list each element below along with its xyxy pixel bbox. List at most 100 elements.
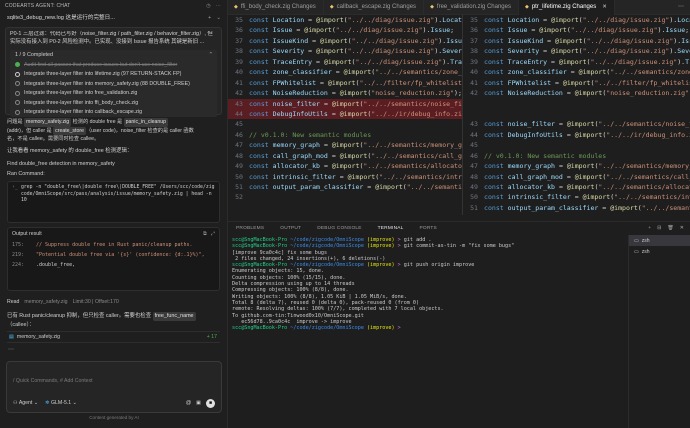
output-line-code: // Suppress double free in Rust panic/cl… [36,242,193,248]
code-line: 44 const DebugInfoUtils = @import("../../… [463,130,690,140]
editor-tab[interactable]: ◆ ffi_body_check.zig Changes [228,0,324,15]
todo-status-icon [15,81,20,87]
todo-item[interactable]: Integrate three-layer filter into free_v… [10,89,217,99]
code-line: 51 const output_param_classifier = @impor… [228,182,462,192]
terminal-instance[interactable]: ▭ zsh [629,246,690,257]
todo-label: Integrate three-layer filter into callba… [24,109,143,116]
code-line: 49 const allocator_kb = @import("../../se… [463,182,690,192]
code-line: 40 const zone_classifier = @import("../..… [463,67,690,77]
todo-item[interactable]: Integrate three-layer filter into memory… [10,79,217,89]
message-text: 问题是 memory_safety.zig 检测的 double free 是 … [7,118,194,142]
terminal-instance[interactable]: ▭ zsh [629,235,690,246]
output-line-code: "Potential double free via '{s}' (confid… [36,252,205,258]
new-chat-icon[interactable]: + [208,12,211,25]
code-text: const Location = @import("../../diag/iss… [484,16,690,24]
code-text: const memory_graph = @import("../../sema… [249,141,462,150]
panel-tab[interactable]: TERMINAL [369,222,412,236]
chat-input-placeholder: / Quick Commands, # Add Context [13,378,93,384]
task-card: P0-1 三层过滤：代码已写好（noise_filter.zig / path_… [5,27,222,117]
code-text: const Location = @import("../../diag/iss… [249,16,462,24]
line-number: 48 [470,172,478,181]
todo-label: Audit find all passes that produce issue… [24,61,178,68]
line-number: 40 [470,68,478,77]
chevron-down-icon[interactable]: ⌄ [216,12,221,25]
close-icon[interactable]: ✕ [680,226,684,231]
line-number: 46 [470,151,478,160]
command-text: grep -n "double_free\|double free\|DOUBL… [21,185,215,204]
line-number: 44 [228,108,249,120]
code-text: const call_graph_mod = @import("../../se… [249,151,462,160]
attach-icon[interactable]: @ [186,400,191,406]
editor-tab[interactable]: ◆ ptr_lifetime.zig Changes ✕ [518,0,615,15]
copy-icon[interactable]: ⧉ [203,228,207,240]
output-label: Output result [12,231,42,237]
command-block[interactable]: ›_ grep -n "double_free\|double free\|DO… [7,181,220,223]
line-number: 51 [470,203,478,212]
code-line: 46 // v0.1.0: New semantic modules [228,130,462,140]
code-text: const output_param_classifier = @import(… [249,183,462,191]
todo-item[interactable]: Integrate three-layer filter into callba… [10,108,217,118]
code-text: // v0.1.0: New semantic modules [484,151,607,160]
code-text: const IssueKind = @import("../../diag/is… [249,36,462,45]
line-number: 52 [235,193,243,202]
line-number: 51 [235,183,243,191]
code-text: const TraceEntry = @import("../../diag/i… [249,57,462,66]
output-block: Output result ⧉ ⤢ 175: // Suppress double f… [7,227,220,291]
code-line: 50 const intrinsic_filter = @import("../.… [463,192,690,202]
zig-file-icon: ◆ [329,4,334,10]
todo-list: 1 / 9 Completed ⌃ Audit find all passes t… [10,50,217,117]
todo-label: Integrate three-layer filter into memory… [24,80,190,87]
code-line [463,99,690,109]
close-tab-icon[interactable]: ✕ [602,0,607,15]
agent-selector[interactable]: ⚇ Agent ⌄ [13,400,38,406]
file-icon: ▤ [9,334,14,340]
read-file[interactable]: memory_safety.zig [24,297,67,308]
code-line: 47 const memory_graph = @import("../../se… [463,161,690,171]
code-text: const Issue = @import("../../diag/issue.… [484,26,690,35]
changed-file-row[interactable]: ▤ memory_safety.zig + 17 [7,331,220,343]
message-text-2: 让我看看 memory_safety 的 double_free 检测逻辑： [7,147,133,154]
code-text: const output_param_classifier = @import(… [484,203,690,212]
line-number [463,109,484,119]
chat-input[interactable]: / Quick Commands, # Add Context ⚇ Agent … [6,361,222,413]
history-icon[interactable]: ◷ [206,0,211,12]
todo-item[interactable]: Audit find all passes that produce issue… [10,60,217,70]
new-terminal-icon[interactable]: + [648,226,651,231]
more-icon[interactable]: ⋯ [216,0,221,12]
editor-tab-bar: ◆ ffi_body_check.zig Changes ◆ callback_esc… [228,0,690,15]
editor-tab[interactable]: ◆ free_validation.zig Changes [424,0,519,15]
line-number: 37 [470,36,478,45]
code-line: 36 const Issue = @import("../../diag/issu… [228,25,462,35]
code-line: 45 [228,119,462,129]
line-number: 45 [470,141,478,150]
todo-label: Integrate three-layer filter into ffi_bo… [24,99,139,106]
expand-icon[interactable]: ⤢ [211,228,215,240]
panel-tab[interactable]: PORTS [412,222,445,236]
code-text: const allocator_kb = @import("../../sema… [484,183,690,191]
panel-tab[interactable]: OUTPUT [272,222,309,236]
line-number: 39 [235,57,243,66]
todo-item[interactable]: Integrate three-layer filter into lifeti… [10,70,217,80]
panel-tab[interactable]: PROBLEMS [228,222,272,236]
model-selector[interactable]: ✲ GLM-5.1 ⌄ [45,400,77,406]
todo-header[interactable]: 1 / 9 Completed ⌃ [10,50,217,60]
code-line: 50 const intrinsic_filter = @import("../.… [228,172,462,182]
line-number: 43 [470,120,478,129]
split-icon[interactable]: ⊟ [657,226,661,231]
code-text: const TraceEntry = @import("../../diag/i… [484,57,690,66]
stop-button[interactable]: ■ [206,398,215,408]
code-text: const noise_filter = @import("../../sema… [249,99,462,108]
output-line-number: 175: [12,242,25,248]
editor-tab[interactable]: ◆ callback_escape.zig Changes [324,0,425,15]
panel-tab[interactable]: DEBUG CONSOLE [309,222,369,236]
image-icon[interactable]: ▣ [196,400,201,406]
todo-item[interactable]: Integrate three-layer filter into ffi_bo… [10,98,217,108]
chevron-up-icon[interactable]: ⌃ [208,52,213,58]
terminal[interactable]: scc@SngMacBook-Pro ~/code/zigcode/OmniSc… [228,235,628,428]
line-number: 50 [235,172,243,181]
panel-tab-bar: PROBLEMS OUTPUT DEBUG CONSOLE TERMINAL PORTS… [228,221,690,236]
chat-panel: CODEARTS AGENT: CHAT ◷ ⋯ sqlite3_debug_ne… [0,0,228,428]
code-line: 45 [463,140,690,150]
trash-icon[interactable]: 🗑 [667,226,673,231]
editor-more-icon[interactable]: ⋯ [672,0,690,14]
